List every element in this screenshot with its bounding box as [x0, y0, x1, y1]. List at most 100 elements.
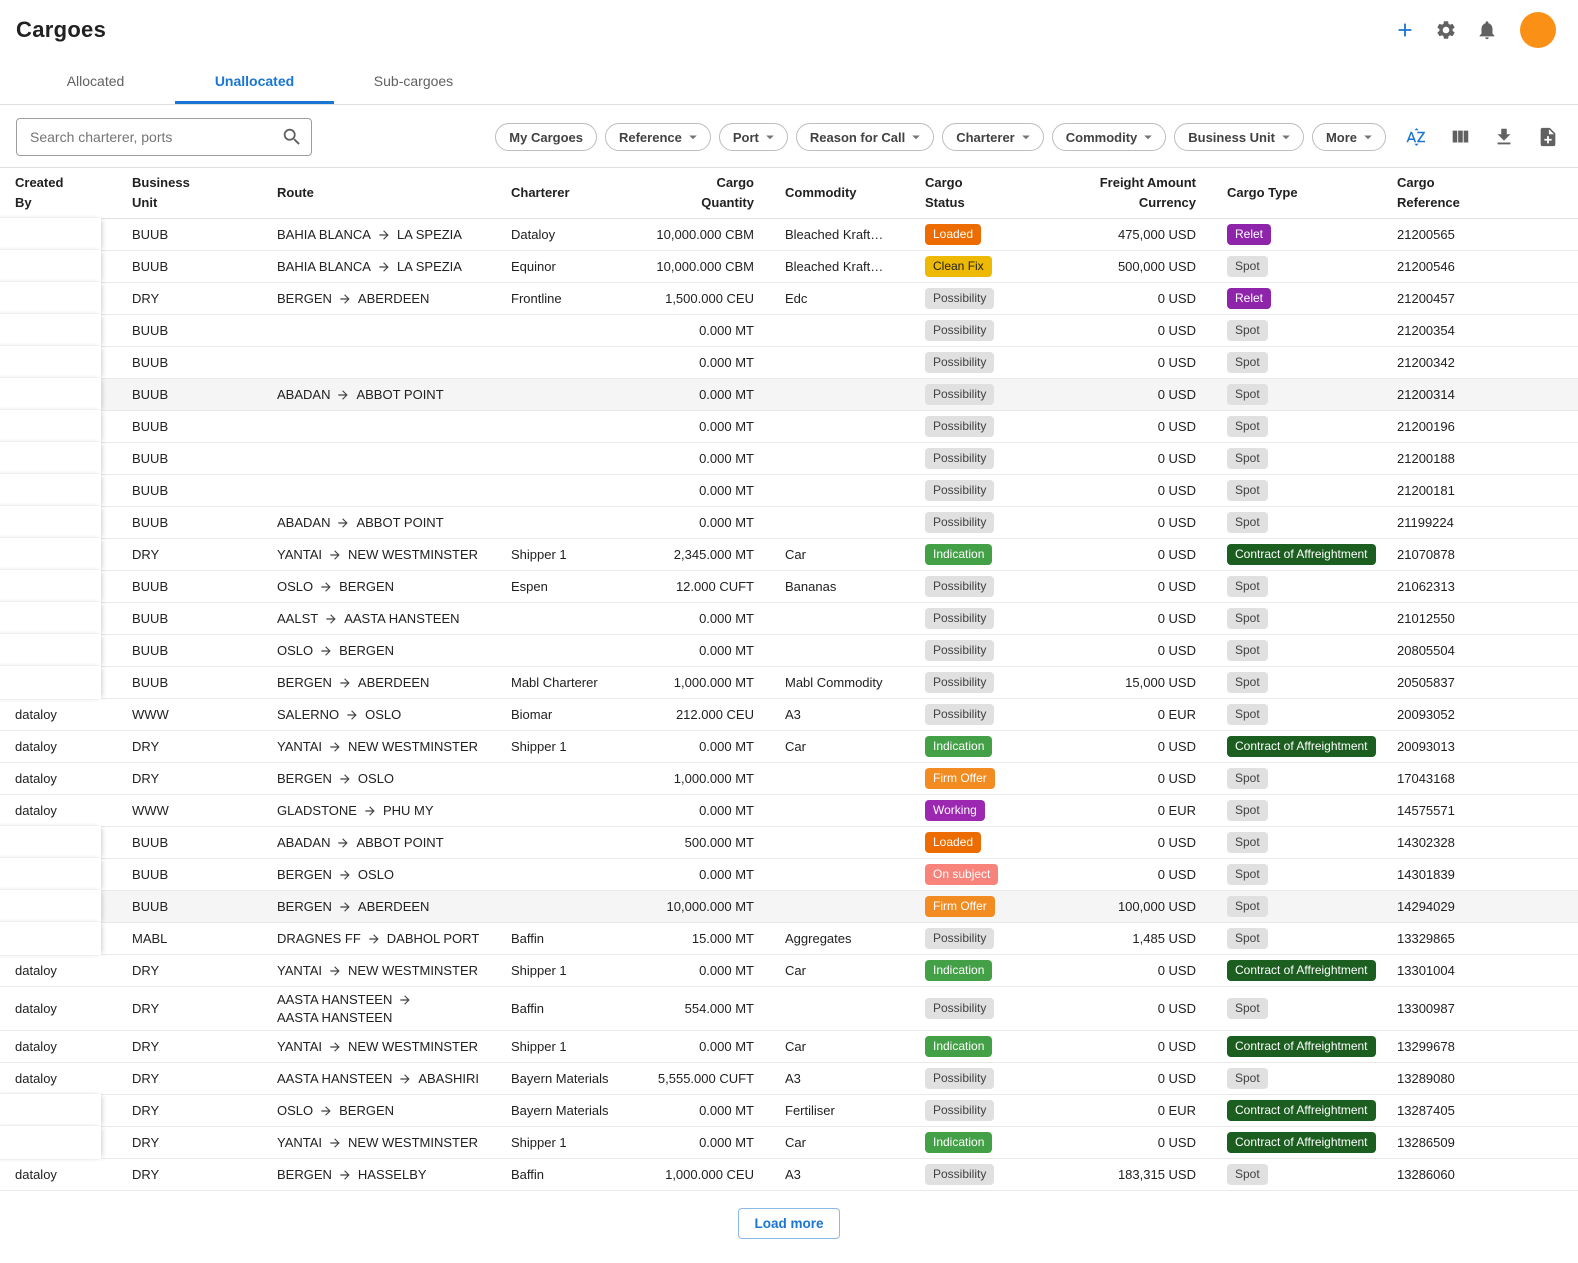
column-header-cargo-type[interactable]: Cargo Type	[1211, 178, 1391, 208]
route-from: GLADSTONE	[277, 803, 357, 818]
route-cell	[277, 486, 511, 496]
redaction-overlay	[0, 858, 101, 891]
cargo-quantity-cell: 0.000 MT	[644, 350, 769, 375]
sort-alpha-button[interactable]	[1402, 123, 1430, 151]
table-row[interactable]: dataloyWWWGLADSTONEPHU MY0.000 MTWorking…	[0, 795, 1578, 827]
filter-chip-my-cargoes[interactable]: My Cargoes	[495, 123, 597, 151]
column-header-business-unit[interactable]: BusinessUnit	[132, 168, 277, 218]
search-input[interactable]	[16, 118, 312, 156]
table-row[interactable]: DRYYANTAINEW WESTMINSTERShipper 10.000 M…	[0, 1127, 1578, 1159]
charterer-cell: Mabl Charterer	[511, 670, 644, 695]
column-header-cargo-status[interactable]: CargoStatus	[919, 168, 1064, 218]
cargo-status-cell: Firm Offer	[919, 763, 1064, 794]
table-row[interactable]: BUUBABADANABBOT POINT0.000 MTPossibility…	[0, 507, 1578, 539]
table-row[interactable]: BUUBOSLOBERGEN0.000 MTPossibility0 USDSp…	[0, 635, 1578, 667]
cargo-status-cell: Possibility	[919, 507, 1064, 538]
route-arrow-icon	[319, 580, 333, 594]
freight-amount-cell: 0 USD	[1064, 1066, 1211, 1091]
cargo-reference-cell: 14302328	[1391, 830, 1546, 855]
tab-unallocated[interactable]: Unallocated	[175, 58, 334, 104]
route-to: BERGEN	[339, 579, 394, 594]
avatar[interactable]	[1520, 12, 1556, 48]
filter-chip-reference[interactable]: Reference	[605, 123, 711, 151]
column-header-route[interactable]: Route	[277, 178, 511, 208]
table-row[interactable]: BUUBABADANABBOT POINT0.000 MTPossibility…	[0, 379, 1578, 411]
cargo-reference-cell: 21200546	[1391, 254, 1546, 279]
table-row[interactable]: dataloyDRYYANTAINEW WESTMINSTERShipper 1…	[0, 731, 1578, 763]
settings-button[interactable]	[1432, 16, 1460, 44]
table-row[interactable]: DRYOSLOBERGENBayern Materials0.000 MTFer…	[0, 1095, 1578, 1127]
table-row[interactable]: BUUBABADANABBOT POINT500.000 MTLoaded0 U…	[0, 827, 1578, 859]
add-button[interactable]	[1391, 16, 1419, 44]
column-header-freight-amount-currency[interactable]: Freight AmountCurrency	[1064, 168, 1211, 218]
table-row[interactable]: BUUBBERGENOSLO0.000 MTOn subject0 USDSpo…	[0, 859, 1578, 891]
route-to: BERGEN	[339, 643, 394, 658]
column-header-cargo-reference[interactable]: CargoReference	[1391, 168, 1546, 218]
created-by-cell: dataloy	[0, 1159, 132, 1190]
table-row[interactable]: BUUBBERGENABERDEENMabl Charterer1,000.00…	[0, 667, 1578, 699]
filter-chip-reason-for-call[interactable]: Reason for Call	[796, 123, 934, 151]
freight-amount-cell: 0 USD	[1064, 382, 1211, 407]
table-row[interactable]: BUUB0.000 MTPossibility0 USDSpot21200181	[0, 475, 1578, 507]
table-row[interactable]: BUUBBAHIA BLANCALA SPEZIADataloy10,000.0…	[0, 219, 1578, 251]
chevron-down-icon	[1139, 128, 1157, 146]
charterer-cell: Bayern Materials	[511, 1066, 644, 1091]
table-row[interactable]: BUUBOSLOBERGENEspen12.000 CUFTBananasPos…	[0, 571, 1578, 603]
table-row[interactable]: BUUB0.000 MTPossibility0 USDSpot21200354	[0, 315, 1578, 347]
cargo-status-cell: Loaded	[919, 827, 1064, 858]
cargo-quantity-cell: 0.000 MT	[644, 478, 769, 503]
table-row[interactable]: dataloyDRYYANTAINEW WESTMINSTERShipper 1…	[0, 1031, 1578, 1063]
filter-chip-more[interactable]: More	[1312, 123, 1386, 151]
column-header-commodity[interactable]: Commodity	[769, 178, 919, 208]
load-more-button[interactable]: Load more	[738, 1208, 839, 1239]
download-button[interactable]	[1490, 123, 1518, 151]
column-header-created-by[interactable]: CreatedBy	[0, 168, 132, 218]
tab-sub-cargoes[interactable]: Sub-cargoes	[334, 58, 493, 104]
table-row[interactable]: MABLDRAGNES FFDABHOL PORTBaffin15.000 MT…	[0, 923, 1578, 955]
table-row[interactable]: dataloyWWWSALERNOOSLOBiomar212.000 CEUA3…	[0, 699, 1578, 731]
route-cell: AALSTAASTA HANSTEEN	[277, 606, 511, 631]
cargo-type-cell: Spot	[1211, 251, 1391, 282]
cargo-type-cell: Spot	[1211, 507, 1391, 538]
cargo-status-cell: Possibility	[919, 475, 1064, 506]
columns-icon	[1449, 126, 1471, 148]
charterer-cell	[511, 774, 644, 784]
filter-chip-label: Business Unit	[1188, 130, 1275, 145]
toolbar: My Cargoes Reference Port Reason for Call Ch…	[0, 105, 1578, 167]
redaction-overlay	[0, 282, 101, 315]
tab-allocated[interactable]: Allocated	[16, 58, 175, 104]
table-row[interactable]: BUUBBERGENABERDEEN10,000.000 MTFirm Offe…	[0, 891, 1578, 923]
table-row[interactable]: BUUBBAHIA BLANCALA SPEZIAEquinor10,000.0…	[0, 251, 1578, 283]
filter-chip-business-unit[interactable]: Business Unit	[1174, 123, 1304, 151]
table-row[interactable]: BUUB0.000 MTPossibility0 USDSpot21200188	[0, 443, 1578, 475]
freight-amount-cell: 475,000 USD	[1064, 222, 1211, 247]
filter-chip-label: Charterer	[956, 130, 1015, 145]
table-row[interactable]: DRYYANTAINEW WESTMINSTERShipper 12,345.0…	[0, 539, 1578, 571]
table-row[interactable]: DRYBERGENABERDEENFrontline1,500.000 CEUE…	[0, 283, 1578, 315]
route-cell: YANTAINEW WESTMINSTER	[277, 542, 511, 567]
route-cell: BERGENOSLO	[277, 862, 511, 887]
table-row[interactable]: BUUBAALSTAASTA HANSTEEN0.000 MTPossibili…	[0, 603, 1578, 635]
table-row[interactable]: BUUB0.000 MTPossibility0 USDSpot21200342	[0, 347, 1578, 379]
commodity-cell: Bleached Kraft…	[769, 254, 919, 279]
filter-chip-charterer[interactable]: Charterer	[942, 123, 1044, 151]
table-row[interactable]: dataloyDRYYANTAINEW WESTMINSTERShipper 1…	[0, 955, 1578, 987]
business-unit-cell: BUUB	[132, 894, 277, 919]
column-header-cargo-quantity[interactable]: CargoQuantity	[644, 168, 769, 218]
cargo-status-cell: Possibility	[919, 347, 1064, 378]
search-icon[interactable]	[281, 126, 303, 148]
filter-chip-commodity[interactable]: Commodity	[1052, 123, 1167, 151]
route-to: AASTA HANSTEEN	[277, 1010, 392, 1025]
created-by-value: dataloy	[15, 1039, 57, 1054]
table-row[interactable]: dataloyDRYAASTA HANSTEENABASHIRIBayern M…	[0, 1063, 1578, 1095]
filter-chip-port[interactable]: Port	[719, 123, 788, 151]
columns-button[interactable]	[1446, 123, 1474, 151]
table-row[interactable]: BUUB0.000 MTPossibility0 USDSpot21200196	[0, 411, 1578, 443]
export-button[interactable]	[1534, 123, 1562, 151]
table-row[interactable]: dataloyDRYAASTA HANSTEENAASTA HANSTEENBa…	[0, 987, 1578, 1031]
table-row[interactable]: dataloyDRYBERGENOSLO1,000.000 MTFirm Off…	[0, 763, 1578, 795]
column-header-charterer[interactable]: Charterer	[511, 178, 644, 208]
notifications-button[interactable]	[1473, 16, 1501, 44]
table-row[interactable]: dataloyDRYBERGENHASSELBYBaffin1,000.000 …	[0, 1159, 1578, 1191]
status-badge: Clean Fix	[925, 256, 992, 277]
